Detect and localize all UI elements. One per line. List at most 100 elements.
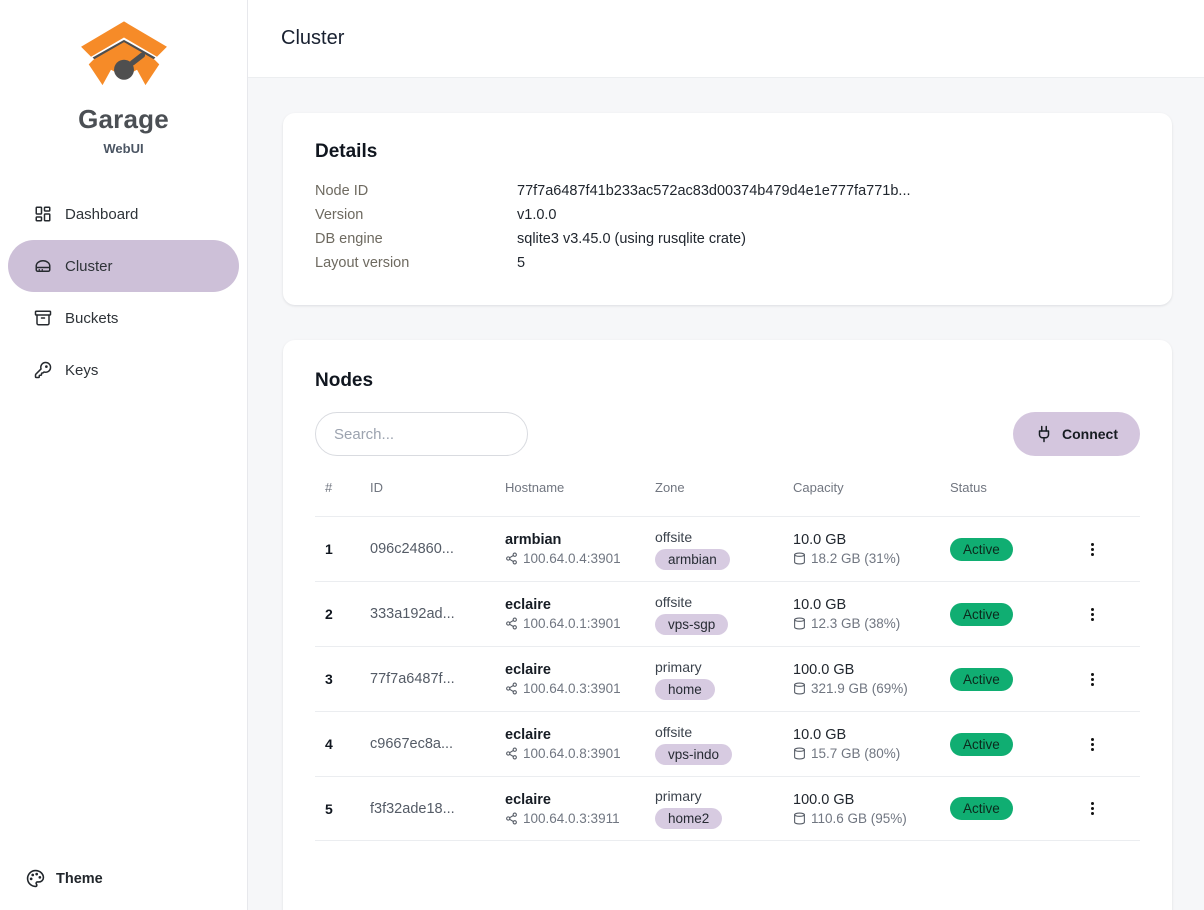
hostname-cell: eclaire 100.64.0.3:3911 <box>505 792 655 826</box>
node-address: 100.64.0.1:3901 <box>505 616 655 631</box>
zone-badge: vps-indo <box>655 744 732 765</box>
database-icon <box>793 812 806 825</box>
disk-usage: 321.9 GB (69%) <box>793 681 950 696</box>
row-index: 4 <box>325 736 370 752</box>
detail-row-db-engine: DB engine sqlite3 v3.45.0 (using rusqlit… <box>315 227 1140 251</box>
hostname-cell: eclaire 100.64.0.3:3901 <box>505 662 655 696</box>
zone-name: offsite <box>655 529 793 545</box>
hostname: eclaire <box>505 662 655 678</box>
node-address: 100.64.0.4:3901 <box>505 551 655 566</box>
hard-drive-icon <box>34 257 52 275</box>
status-badge: Active <box>950 733 1013 756</box>
details-rows: Node ID 77f7a6487f41b233ac572ac83d00374b… <box>315 179 1140 275</box>
usage-text: 18.2 GB (31%) <box>811 551 900 566</box>
capacity: 10.0 GB <box>793 532 950 548</box>
hostname-cell: eclaire 100.64.0.1:3901 <box>505 597 655 631</box>
status-badge: Active <box>950 668 1013 691</box>
actions-cell <box>1070 537 1140 562</box>
database-icon <box>793 747 806 760</box>
detail-value: 77f7a6487f41b233ac572ac83d00374b479d4e1e… <box>517 179 911 203</box>
actions-cell <box>1070 602 1140 627</box>
status-cell: Active <box>950 538 1070 561</box>
zone-badge: home2 <box>655 808 722 829</box>
hostname: eclaire <box>505 597 655 613</box>
row-menu-button[interactable] <box>1078 537 1107 562</box>
actions-cell <box>1070 667 1140 692</box>
brand-title: Garage <box>0 104 247 135</box>
palette-icon <box>26 869 45 888</box>
usage-text: 321.9 GB (69%) <box>811 681 908 696</box>
row-index: 3 <box>325 671 370 687</box>
topbar: Cluster <box>248 0 1204 78</box>
capacity-cell: 10.0 GB 12.3 GB (38%) <box>793 597 950 631</box>
kebab-icon <box>1084 671 1101 688</box>
zone-cell: primary home <box>655 659 793 700</box>
actions-cell <box>1070 732 1140 757</box>
capacity-cell: 100.0 GB 110.6 GB (95%) <box>793 792 950 826</box>
garage-logo-icon <box>78 16 170 102</box>
theme-label: Theme <box>56 871 103 887</box>
node-id: 096c24860... <box>370 541 505 557</box>
kebab-icon <box>1084 800 1101 817</box>
share-icon <box>505 812 518 825</box>
detail-label: Version <box>315 203 517 227</box>
detail-value: sqlite3 v3.45.0 (using rusqlite crate) <box>517 227 746 251</box>
sidebar-item-keys[interactable]: Keys <box>8 344 239 396</box>
table-row: 4 c9667ec8a... eclaire 100.64.0.8:3901 <box>315 711 1140 776</box>
details-heading: Details <box>315 141 1140 163</box>
layout-dashboard-icon <box>34 205 52 223</box>
col-header-status: Status <box>950 480 1070 495</box>
zone-cell: offsite vps-indo <box>655 724 793 765</box>
row-menu-button[interactable] <box>1078 732 1107 757</box>
disk-usage: 12.3 GB (38%) <box>793 616 950 631</box>
disk-usage: 15.7 GB (80%) <box>793 746 950 761</box>
row-index: 5 <box>325 801 370 817</box>
brand: Garage WebUI <box>0 0 247 156</box>
sidebar-item-cluster[interactable]: Cluster <box>8 240 239 292</box>
row-menu-button[interactable] <box>1078 796 1107 821</box>
capacity: 10.0 GB <box>793 727 950 743</box>
capacity-cell: 100.0 GB 321.9 GB (69%) <box>793 662 950 696</box>
database-icon <box>793 682 806 695</box>
col-header-hostname: Hostname <box>505 480 655 495</box>
zone-badge: home <box>655 679 715 700</box>
theme-button[interactable]: Theme <box>0 869 247 910</box>
capacity: 100.0 GB <box>793 662 950 678</box>
key-icon <box>34 361 52 379</box>
zone-name: primary <box>655 659 793 675</box>
table-row: 1 096c24860... armbian 100.64.0.4:3901 <box>315 516 1140 581</box>
detail-row-version: Version v1.0.0 <box>315 203 1140 227</box>
usage-text: 15.7 GB (80%) <box>811 746 900 761</box>
sidebar-item-buckets[interactable]: Buckets <box>8 292 239 344</box>
address-text: 100.64.0.8:3901 <box>523 746 621 761</box>
detail-row-layout-version: Layout version 5 <box>315 251 1140 275</box>
zone-badge: armbian <box>655 549 730 570</box>
detail-label: Node ID <box>315 179 517 203</box>
kebab-icon <box>1084 736 1101 753</box>
share-icon <box>505 682 518 695</box>
sidebar-item-label: Buckets <box>65 310 118 327</box>
detail-value: 5 <box>517 251 525 275</box>
address-text: 100.64.0.1:3901 <box>523 616 621 631</box>
kebab-icon <box>1084 541 1101 558</box>
disk-usage: 110.6 GB (95%) <box>793 811 950 826</box>
usage-text: 12.3 GB (38%) <box>811 616 900 631</box>
page-title: Cluster <box>281 27 344 50</box>
node-address: 100.64.0.8:3901 <box>505 746 655 761</box>
node-address: 100.64.0.3:3911 <box>505 811 655 826</box>
node-id: c9667ec8a... <box>370 736 505 752</box>
sidebar-item-dashboard[interactable]: Dashboard <box>8 188 239 240</box>
row-index: 1 <box>325 541 370 557</box>
details-card: Details Node ID 77f7a6487f41b233ac572ac8… <box>283 113 1172 305</box>
connect-button[interactable]: Connect <box>1013 412 1140 456</box>
row-menu-button[interactable] <box>1078 602 1107 627</box>
col-header-index: # <box>325 480 370 495</box>
table-header-row: # ID Hostname Zone Capacity Status <box>315 480 1140 516</box>
database-icon <box>793 617 806 630</box>
status-badge: Active <box>950 603 1013 626</box>
search-input[interactable] <box>315 412 528 456</box>
connect-label: Connect <box>1062 426 1118 442</box>
capacity-cell: 10.0 GB 18.2 GB (31%) <box>793 532 950 566</box>
status-cell: Active <box>950 603 1070 626</box>
row-menu-button[interactable] <box>1078 667 1107 692</box>
